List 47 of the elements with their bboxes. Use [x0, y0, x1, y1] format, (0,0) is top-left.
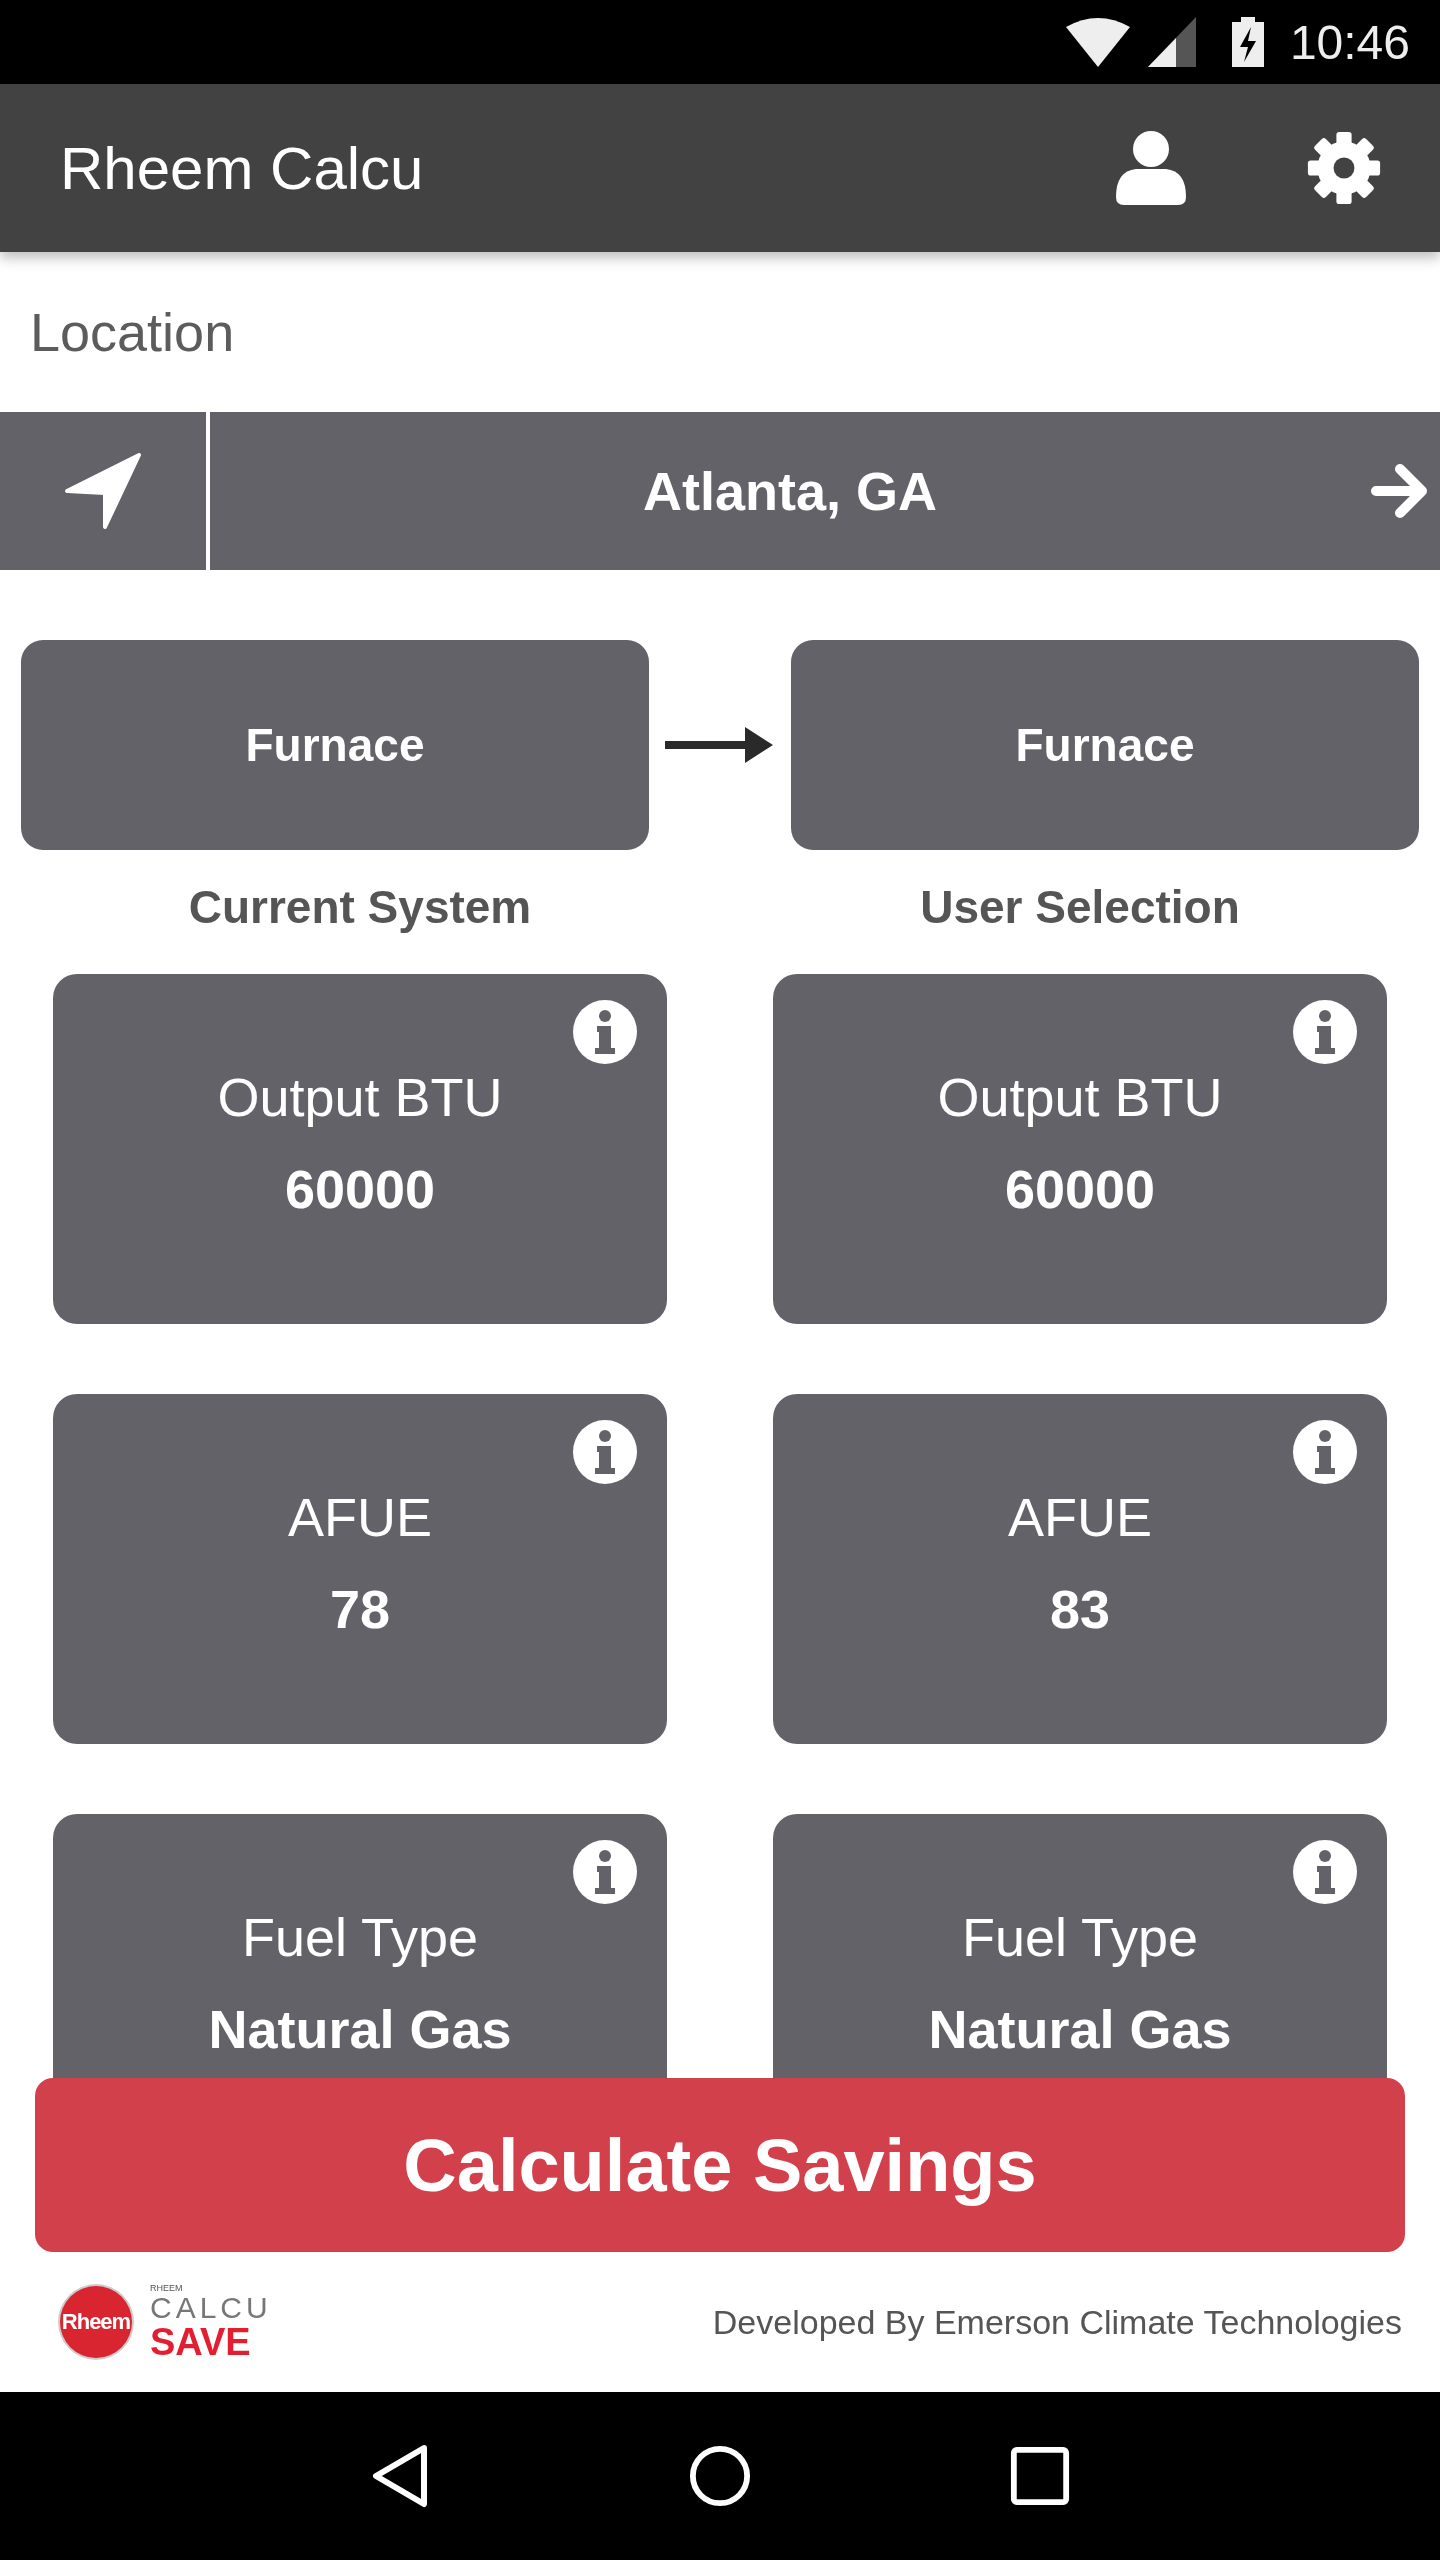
spec-label: AFUE	[288, 1486, 432, 1548]
spec-card[interactable]: Fuel Type Natural Gas	[773, 1814, 1387, 2078]
app-title: Rheem Calcu	[60, 133, 425, 203]
recents-icon[interactable]	[1009, 2444, 1071, 2508]
credit-text: Developed By Emerson Climate Technologies	[712, 2302, 1402, 2342]
column-heading: User Selection	[919, 880, 1241, 934]
spec-label: Output BTU	[217, 1066, 503, 1128]
battery-charging-icon	[1231, 17, 1264, 67]
spec-card[interactable]: Output BTU 60000	[53, 974, 667, 1324]
logo-brand: RHEEM	[150, 2283, 184, 2293]
spec-card[interactable]: AFUE 83	[773, 1394, 1387, 1744]
info-icon[interactable]	[573, 1420, 637, 1484]
spec-value: 60000	[284, 1158, 436, 1220]
spec-label: AFUE	[1008, 1486, 1152, 1548]
spec-label: Output BTU	[937, 1066, 1223, 1128]
spec-card[interactable]: Fuel Type Natural Gas	[53, 1814, 667, 2078]
arrow-right-icon	[665, 725, 775, 765]
spec-card[interactable]: Output BTU 60000	[773, 974, 1387, 1324]
spec-value: 60000	[1004, 1158, 1156, 1220]
info-icon[interactable]	[1293, 1000, 1357, 1064]
info-icon[interactable]	[573, 1000, 637, 1064]
signal-icon	[1147, 17, 1196, 67]
system-button[interactable]: Furnace	[791, 640, 1419, 850]
home-icon[interactable]	[689, 2444, 751, 2508]
calculate-button[interactable]: Calculate Savings	[35, 2078, 1405, 2252]
logo-line: CALCU	[150, 2292, 272, 2323]
spec-value: 78	[329, 1578, 391, 1640]
spec-label: Fuel Type	[241, 1906, 479, 1968]
profile-icon[interactable]	[1116, 131, 1186, 205]
location-label: Location	[30, 301, 235, 363]
spec-value: 83	[1049, 1578, 1111, 1640]
info-icon[interactable]	[1293, 1840, 1357, 1904]
logo-badge: Rheem	[60, 2286, 132, 2358]
info-icon[interactable]	[1293, 1420, 1357, 1484]
wifi-icon	[1065, 17, 1130, 67]
clock-time: 10:46	[1289, 14, 1410, 70]
info-icon[interactable]	[573, 1840, 637, 1904]
navigation-arrow-icon	[63, 451, 143, 531]
system-button[interactable]: Furnace	[21, 640, 649, 850]
spec-label: Fuel Type	[961, 1906, 1199, 1968]
column-heading: Current System	[187, 880, 533, 934]
logo-line: SAVE	[150, 2322, 252, 2361]
spec-card[interactable]: AFUE 78	[53, 1394, 667, 1744]
spec-value: Natural Gas	[208, 1998, 512, 2060]
arrow-right-icon	[1370, 461, 1430, 521]
settings-icon[interactable]	[1306, 130, 1382, 206]
spec-value: Natural Gas	[928, 1998, 1232, 2060]
